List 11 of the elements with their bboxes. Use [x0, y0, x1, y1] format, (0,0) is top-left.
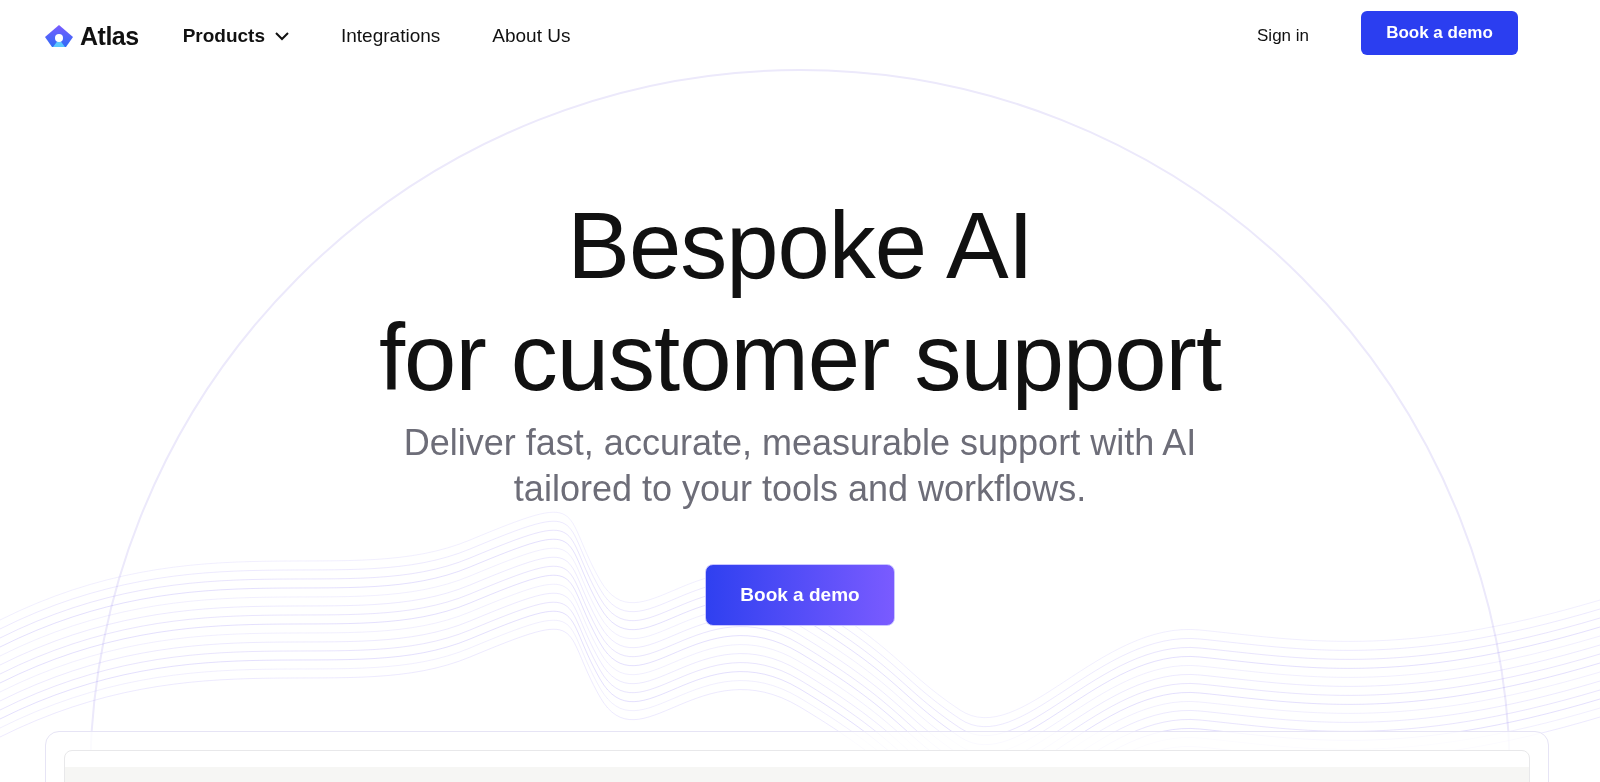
nav-link[interactable]: Integrations — [341, 25, 441, 47]
nav-link[interactable]: About Us — [492, 25, 571, 47]
hero-subtitle: Deliver fast, accurate, measurable support with AI tailored to your tools and workflows. — [402, 421, 1198, 511]
book-demo-button[interactable]: Book a demo — [1361, 11, 1518, 55]
chevron-down-icon — [275, 31, 289, 41]
nav-dropdown[interactable]: Products — [182, 25, 289, 47]
logo-icon — [44, 24, 74, 48]
hero-heading: Bespoke AI for customer support — [379, 192, 1221, 412]
book-demo-button[interactable]: Book a demo — [705, 564, 895, 626]
logo-text[interactable]: Atlas — [80, 21, 139, 51]
sign-in-link[interactable]: Sign in — [1257, 26, 1309, 46]
